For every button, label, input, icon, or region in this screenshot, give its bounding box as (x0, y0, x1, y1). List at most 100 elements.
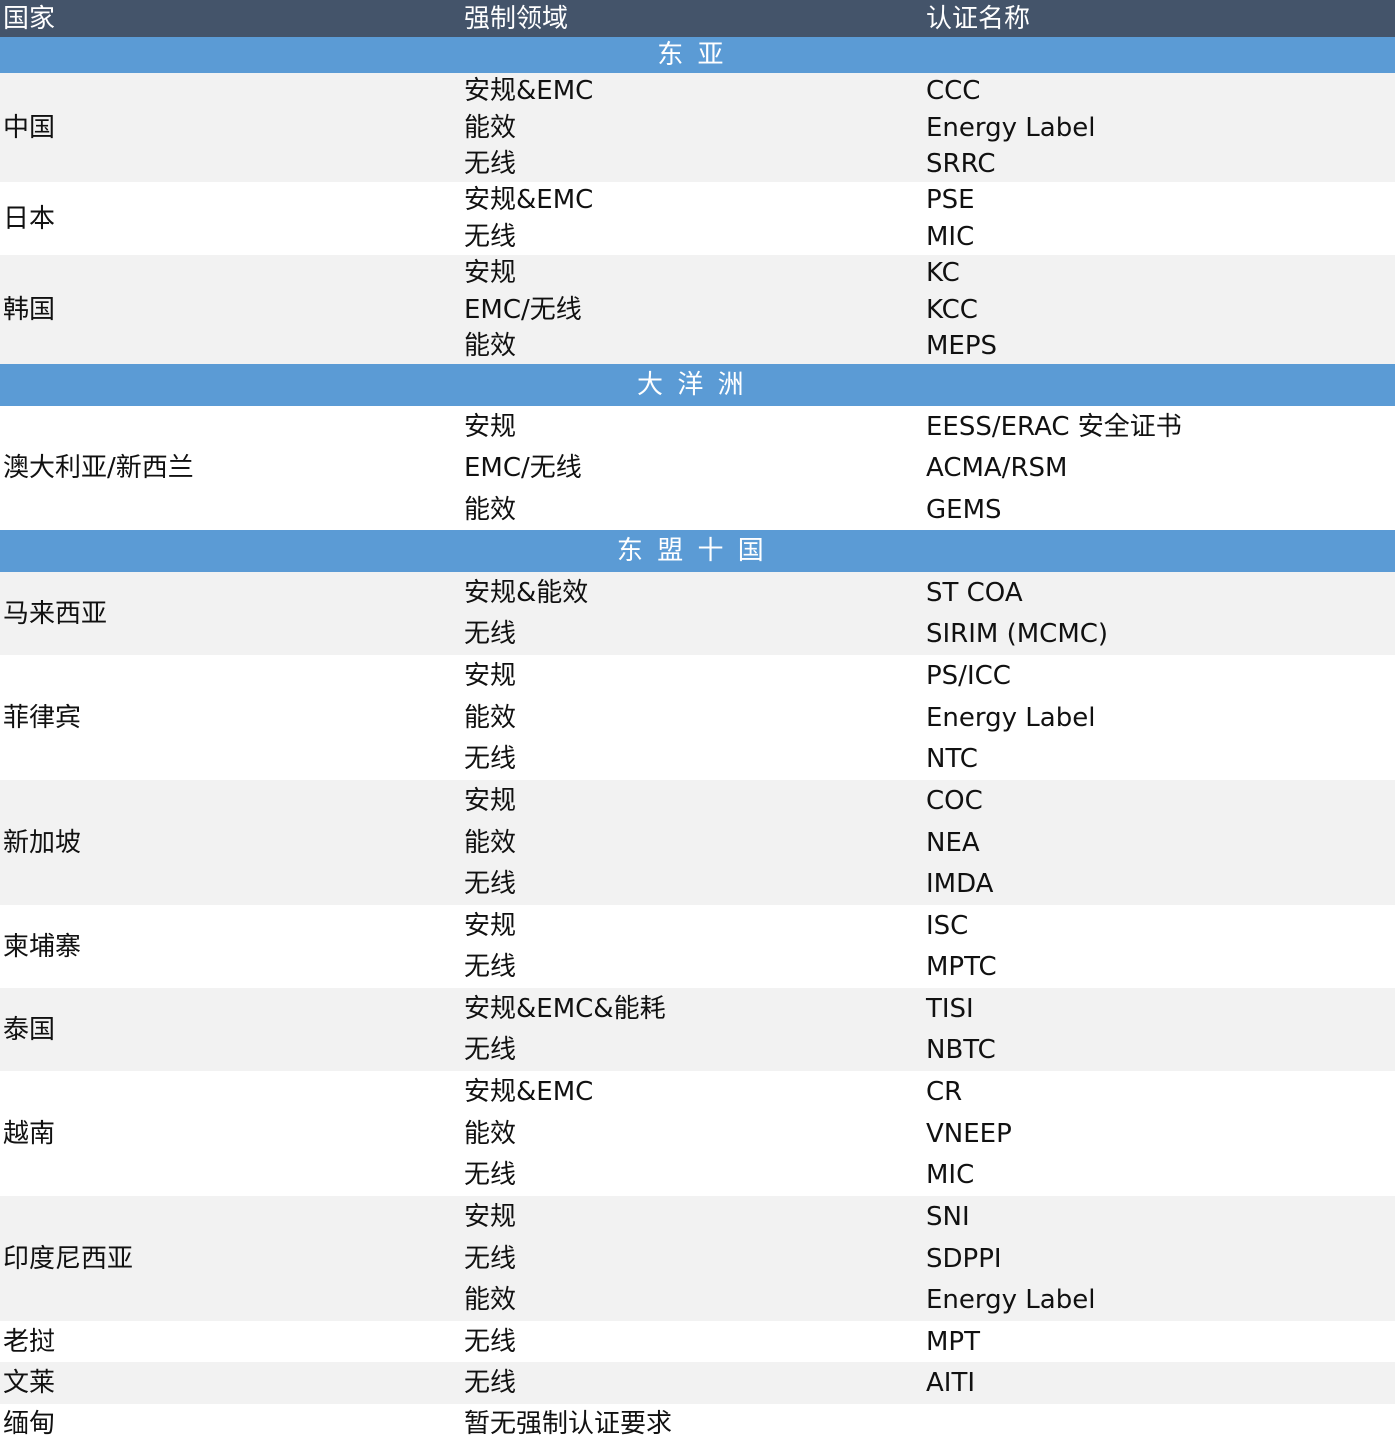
cert-cell: TISI (926, 993, 974, 1024)
table-row: 柬埔寨 安规 ISC 无线 MPTC (0, 905, 1395, 988)
section-title: 东盟十国 (616, 536, 779, 566)
country-cell: 老挝 (3, 1326, 56, 1357)
domain-cell: 暂无强制认证要求 (464, 1408, 673, 1439)
table-row: 菲律宾 安规 PS/ICC 能效 Energy Label 无线 NTC (0, 655, 1395, 780)
table-row: 印度尼西亚 安规 SNI 无线 SDPPI 能效 Energy Label (0, 1196, 1395, 1321)
domain-cell: 能效 (464, 1285, 517, 1315)
cert-cell: NTC (926, 744, 978, 774)
domain-cell: 安规&EMC&能耗 (464, 993, 666, 1024)
country-cell: 文莱 (3, 1368, 56, 1398)
cert-cell: Energy Label (926, 1285, 1096, 1315)
cert-cell: CR (926, 1077, 963, 1107)
country-cell: 缅甸 (3, 1408, 56, 1439)
domain-cell: 能效 (464, 112, 517, 143)
cert-cell: SDPPI (926, 1243, 1002, 1274)
cert-cell: IMDA (926, 869, 994, 899)
table-header-row: 国家 强制领域 认证名称 (0, 0, 1395, 37)
table-row: 中国 安规&EMC CCC 能效 Energy Label 无线 SRRC (0, 73, 1395, 182)
cert-cell: CCC (926, 76, 981, 107)
cert-cell: SIRIM (MCMC) (926, 619, 1109, 650)
cert-cell: MEPS (926, 330, 998, 361)
domain-cell: 无线 (464, 619, 517, 650)
country-cell: 日本 (3, 203, 56, 234)
cert-cell: MIC (926, 221, 975, 252)
country-cell: 菲律宾 (3, 702, 82, 733)
table-row: 新加坡 安规 COC 能效 NEA 无线 IMDA (0, 780, 1395, 905)
header-domain: 强制领域 (464, 3, 569, 34)
section-title: 大洋洲 (637, 370, 758, 400)
domain-cell: 能效 (464, 827, 517, 858)
domain-cell: 安规&EMC (464, 1077, 594, 1107)
country-cell: 马来西亚 (3, 598, 108, 629)
cert-cell: SRRC (926, 148, 996, 179)
domain-cell: 无线 (464, 221, 517, 252)
domain-cell: 能效 (464, 1118, 517, 1149)
domain-cell: 安规 (464, 1202, 517, 1232)
header-cert: 认证名称 (926, 3, 1031, 34)
country-cell: 新加坡 (3, 827, 82, 858)
domain-cell: 能效 (464, 494, 517, 525)
table-row: 越南 安规&EMC CR 能效 VNEEP 无线 MIC (0, 1071, 1395, 1196)
cert-cell: EESS/ERAC 安全证书 (926, 411, 1182, 442)
section-header-row: 大洋洲 (0, 364, 1395, 406)
domain-cell: EMC/无线 (464, 453, 582, 483)
cert-cell: SNI (926, 1202, 970, 1232)
table-row: 马来西亚 安规&能效 ST COA 无线 SIRIM (MCMC) (0, 572, 1395, 655)
cert-cell: MPT (926, 1326, 980, 1357)
domain-cell: EMC/无线 (464, 294, 582, 325)
domain-cell: 无线 (464, 1326, 517, 1357)
cert-cell: GEMS (926, 494, 1002, 525)
domain-cell: 无线 (464, 952, 517, 983)
cert-cell: KC (926, 258, 960, 289)
section-header-row: 东亚 (0, 37, 1395, 73)
domain-cell: 安规 (464, 411, 517, 442)
domain-cell: 无线 (464, 1368, 517, 1398)
cert-cell: PS/ICC (926, 661, 1011, 691)
domain-cell: 安规&EMC (464, 76, 594, 107)
table-row: 泰国 安规&EMC&能耗 TISI 无线 NBTC (0, 988, 1395, 1071)
cert-cell: ST COA (926, 577, 1023, 608)
table-row: 韩国 安规 KC EMC/无线 KCC 能效 MEPS (0, 255, 1395, 364)
domain-cell: 安规 (464, 258, 517, 289)
cert-cell: NBTC (926, 1035, 996, 1066)
domain-cell: 无线 (464, 148, 517, 179)
table-row: 老挝 无线 MPT (0, 1321, 1395, 1362)
cert-cell: NEA (926, 827, 980, 858)
country-cell: 韩国 (3, 294, 56, 325)
country-cell: 柬埔寨 (3, 931, 82, 962)
country-cell: 澳大利亚/新西兰 (3, 453, 194, 483)
cert-cell: MPTC (926, 952, 997, 983)
domain-cell: 能效 (464, 330, 517, 361)
domain-cell: 安规&能效 (464, 577, 589, 608)
cert-cell: KCC (926, 294, 978, 325)
cert-cell: ISC (926, 910, 969, 941)
domain-cell: 无线 (464, 869, 517, 899)
cert-cell: ACMA/RSM (926, 453, 1068, 483)
table-row: 澳大利亚/新西兰 安规 EESS/ERAC 安全证书 EMC/无线 ACMA/RSM 能效… (0, 406, 1395, 530)
country-cell: 印度尼西亚 (3, 1243, 134, 1274)
cert-cell: COC (926, 786, 983, 816)
header-country: 国家 (3, 3, 56, 34)
table-row: 日本 安规&EMC PSE 无线 MIC (0, 182, 1395, 255)
cert-cell: AITI (926, 1368, 976, 1398)
section-header-row: 东盟十国 (0, 530, 1395, 572)
domain-cell: 安规&EMC (464, 185, 594, 216)
country-cell: 泰国 (3, 1014, 56, 1045)
domain-cell: 无线 (464, 1035, 517, 1066)
section-title: 东亚 (657, 40, 738, 70)
cert-cell: PSE (926, 185, 975, 216)
domain-cell: 安规 (464, 786, 517, 816)
table-row: 文莱 无线 AITI (0, 1362, 1395, 1404)
domain-cell: 无线 (464, 1160, 517, 1190)
domain-cell: 能效 (464, 702, 517, 733)
domain-cell: 无线 (464, 1243, 517, 1274)
domain-cell: 安规 (464, 910, 517, 941)
cert-cell: Energy Label (926, 112, 1096, 143)
cert-cell: MIC (926, 1160, 975, 1190)
domain-cell: 安规 (464, 661, 517, 691)
table-row: 缅甸 暂无强制认证要求 (0, 1404, 1395, 1443)
domain-cell: 无线 (464, 744, 517, 774)
cert-cell: Energy Label (926, 702, 1096, 733)
country-cell: 中国 (3, 112, 56, 143)
cert-cell: VNEEP (926, 1118, 1012, 1149)
